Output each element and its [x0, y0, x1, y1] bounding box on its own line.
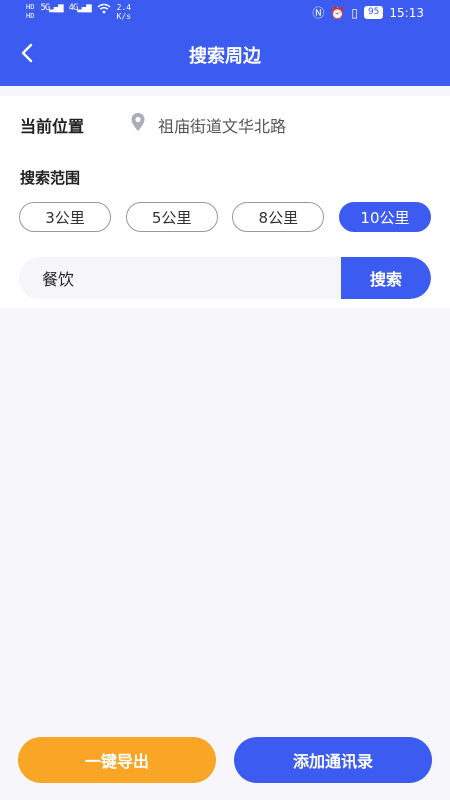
speed-value: 2.4	[116, 3, 132, 12]
range-options: 3公里 5公里 8公里 10公里	[19, 202, 431, 234]
speed-unit: K/s	[116, 12, 132, 21]
bottom-actions: 一键导出 添加通讯录	[18, 737, 432, 783]
location-value: 祖庙街道文华北路	[158, 117, 287, 136]
search-button[interactable]: 搜索	[341, 257, 431, 299]
app-header: HD HD 5G▂▄▆ 4G▂▄▆ 2.4 K/s Ⓝ ⏰ ▯ 95 15:13	[0, 0, 450, 86]
signal-icon: 5G▂▄▆	[40, 3, 63, 13]
status-time: 15:13	[389, 5, 424, 20]
hd-badge-1: HD	[26, 3, 35, 11]
signal-icon-2: 4G▂▄▆	[68, 3, 92, 13]
location-label: 当前位置	[20, 117, 85, 136]
range-option-8km[interactable]: 8公里	[232, 202, 325, 232]
range-option-10km[interactable]: 10公里	[338, 202, 431, 232]
network-type-1: 5G	[40, 3, 50, 13]
hd-badge-2: HD	[26, 12, 35, 20]
add-contacts-button[interactable]: 添加通讯录	[234, 737, 432, 783]
alarm-icon: ⏰	[330, 5, 346, 20]
search-bar: 搜索	[19, 257, 431, 299]
search-input[interactable]	[19, 257, 341, 299]
wifi-icon	[97, 3, 111, 14]
status-right: Ⓝ ⏰ ▯ 95 15:13	[312, 4, 424, 21]
page-title: 搜索周边	[189, 46, 261, 67]
status-bar: HD HD 5G▂▄▆ 4G▂▄▆ 2.4 K/s Ⓝ ⏰ ▯ 95 15:13	[0, 0, 450, 26]
vibrate-icon: ▯	[351, 5, 358, 20]
range-label: 搜索范围	[20, 169, 81, 187]
battery-level: 95	[367, 7, 380, 17]
hd-indicators: HD HD	[26, 3, 34, 21]
range-option-3km[interactable]: 3公里	[19, 202, 111, 232]
network-type-2: 4G	[68, 3, 79, 13]
battery-icon: 95	[363, 6, 384, 19]
location-pin-icon	[131, 113, 145, 131]
status-left: HD HD 5G▂▄▆ 4G▂▄▆ 2.4 K/s	[26, 3, 131, 21]
nfc-icon: Ⓝ	[312, 6, 325, 20]
export-button[interactable]: 一键导出	[18, 737, 216, 783]
network-speed: 2.4 K/s	[117, 3, 131, 21]
range-option-5km[interactable]: 5公里	[125, 202, 218, 232]
